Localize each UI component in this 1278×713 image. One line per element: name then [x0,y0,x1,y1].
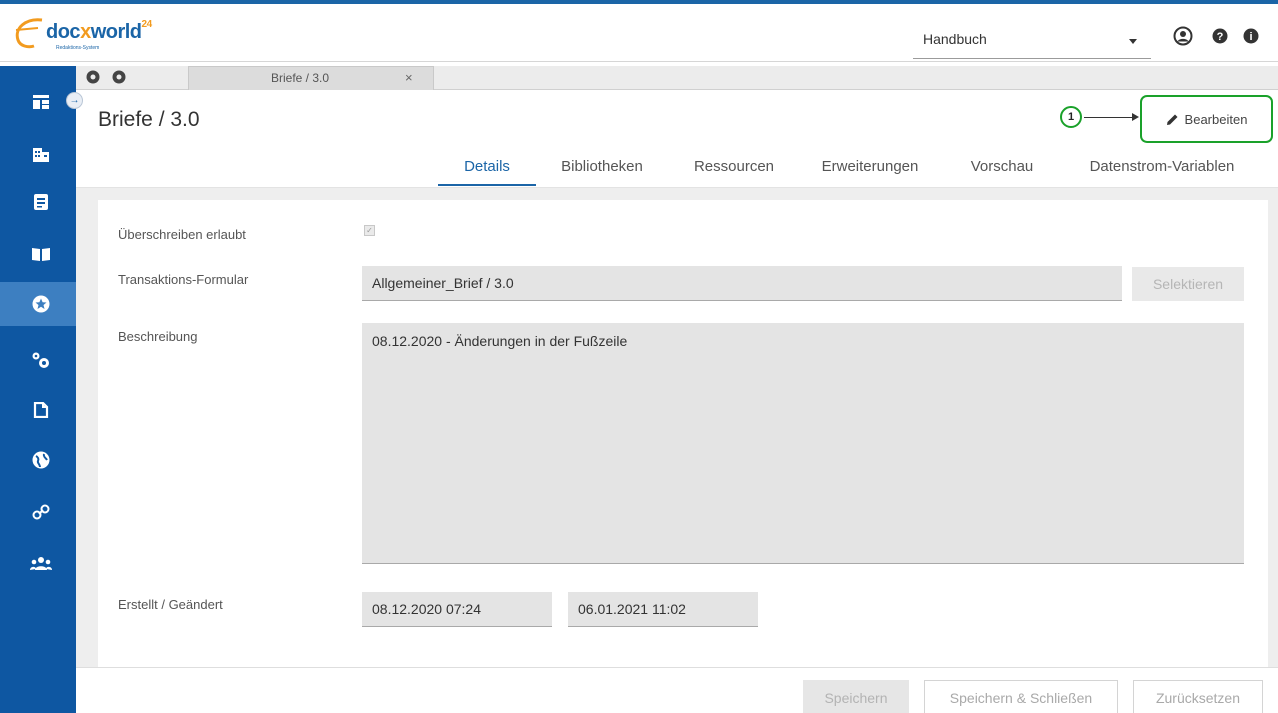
description-value: 08.12.2020 - Änderungen in der Fußzeile [372,333,628,349]
callout-arrow [1132,113,1139,121]
sidebar-item-handbook[interactable] [0,232,76,276]
tab-resources[interactable]: Ressourcen [682,158,786,186]
created-date-value: 08.12.2020 07:24 [372,601,481,617]
document-tabstrip: Briefe / 3.0 × [76,66,1278,90]
help-icon[interactable]: ? [1212,28,1228,44]
select-button[interactable]: Selektieren [1132,267,1244,301]
detail-tabs: Details Bibliotheken Ressourcen Erweiter… [0,158,1278,188]
reset-button[interactable]: Zurücksetzen [1133,680,1263,713]
transaction-form-field[interactable]: Allgemeiner_Brief / 3.0 [362,266,1122,301]
top-bar: docxworld24 Redaktions-System Handbuch ?… [0,0,1278,62]
edit-button[interactable]: Bearbeiten [1140,95,1273,143]
tab-details[interactable]: Details [438,158,536,186]
tab-libraries[interactable]: Bibliotheken [550,158,654,186]
transaction-form-value: Allgemeiner_Brief / 3.0 [372,275,514,291]
close-icon[interactable]: × [405,70,413,85]
book-icon [32,248,50,261]
description-label: Beschreibung [118,329,198,344]
link-icon [32,504,50,520]
sidebar-item-favorites[interactable] [0,282,76,326]
save-and-close-button[interactable]: Speichern & Schließen [924,680,1118,713]
sidebar-item-web[interactable] [0,438,76,482]
svg-text:?: ? [1217,31,1224,43]
star-icon [32,295,50,313]
transaction-form-label: Transaktions-Formular [118,272,249,287]
user-circle-icon[interactable] [1173,26,1193,46]
dashboard-icon [33,95,49,109]
logo-subtitle: Redaktions-System [56,45,100,51]
document-tab-label: Briefe / 3.0 [271,71,330,85]
info-icon[interactable]: i [1243,28,1259,44]
chevron-down-icon [1129,39,1137,44]
sidebar-item-users[interactable] [0,542,76,586]
callout-line [1084,117,1134,118]
file-icon [33,402,49,418]
sidebar-item-settings[interactable] [0,338,76,382]
handbook-select[interactable]: Handbuch [913,22,1151,59]
docxworld-logo[interactable]: docxworld24 Redaktions-System [10,14,180,54]
description-textarea[interactable]: 08.12.2020 - Änderungen in der Fußzeile [362,323,1244,564]
tab-datastream-variables[interactable]: Datenstrom-Variablen [1074,158,1250,186]
arrow-right-icon: → [69,95,80,106]
changed-date-value: 06.01.2021 11:02 [578,601,686,617]
handbook-select-value: Handbuch [923,31,987,47]
document-icon [34,194,48,210]
sidebar-item-links[interactable] [0,490,76,534]
callout-marker: 1 [1060,106,1082,128]
sidebar-item-dashboard[interactable] [0,80,76,124]
overwrite-checkbox[interactable]: ✓ [364,225,375,236]
document-tab[interactable]: Briefe / 3.0 × [188,66,434,90]
users-icon [30,557,52,570]
created-date-field: 08.12.2020 07:24 [362,592,552,627]
pencil-icon [1166,114,1178,125]
edit-button-label: Bearbeiten [1184,111,1248,127]
save-button[interactable]: Speichern [803,680,909,713]
sidebar-item-files[interactable] [0,388,76,432]
svg-text:i: i [1249,31,1252,43]
settings-gear-icon[interactable] [86,70,100,84]
globe-icon [32,451,50,469]
created-changed-label: Erstellt / Geändert [118,597,223,612]
changed-date-field: 06.01.2021 11:02 [568,592,758,627]
sidebar-expand-toggle[interactable]: → [66,92,83,109]
tab-preview[interactable]: Vorschau [960,158,1044,186]
settings-gear-icon[interactable] [112,70,126,84]
logo-wordmark: docxworld24 [46,19,152,43]
overwrite-label: Überschreiben erlaubt [118,227,246,242]
tab-extensions[interactable]: Erweiterungen [808,158,932,186]
page-title: Briefe / 3.0 [98,108,200,131]
cogs-icon [32,352,49,368]
